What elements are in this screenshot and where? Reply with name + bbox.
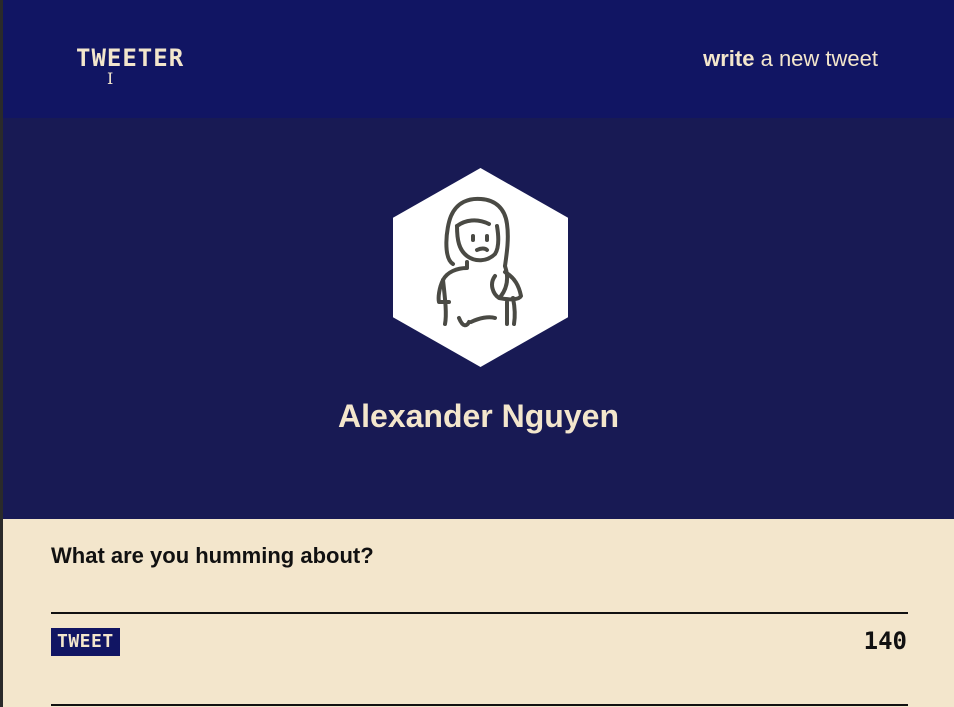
tweet-input-prompt[interactable]: What are you humming about? <box>51 543 374 569</box>
character-counter: 140 <box>863 627 907 655</box>
write-new-tweet-link[interactable]: write a new tweet <box>703 46 878 72</box>
avatar <box>393 168 568 367</box>
tweet-button[interactable]: TWEET <box>51 628 120 656</box>
text-cursor-icon: I <box>107 69 114 88</box>
window-edge <box>0 0 3 707</box>
divider-top <box>51 612 908 614</box>
compose-link-rest: a new tweet <box>754 46 878 71</box>
profile-header: Alexander Nguyen <box>3 118 954 519</box>
profile-name: Alexander Nguyen <box>338 398 619 434</box>
divider-bottom <box>51 704 908 706</box>
top-navbar: TWEETER I write a new tweet <box>3 0 954 118</box>
app-logo[interactable]: TWEETER <box>76 44 184 72</box>
compose-section: What are you humming about? TWEET 140 <box>3 519 954 707</box>
compose-link-strong: write <box>703 46 755 71</box>
